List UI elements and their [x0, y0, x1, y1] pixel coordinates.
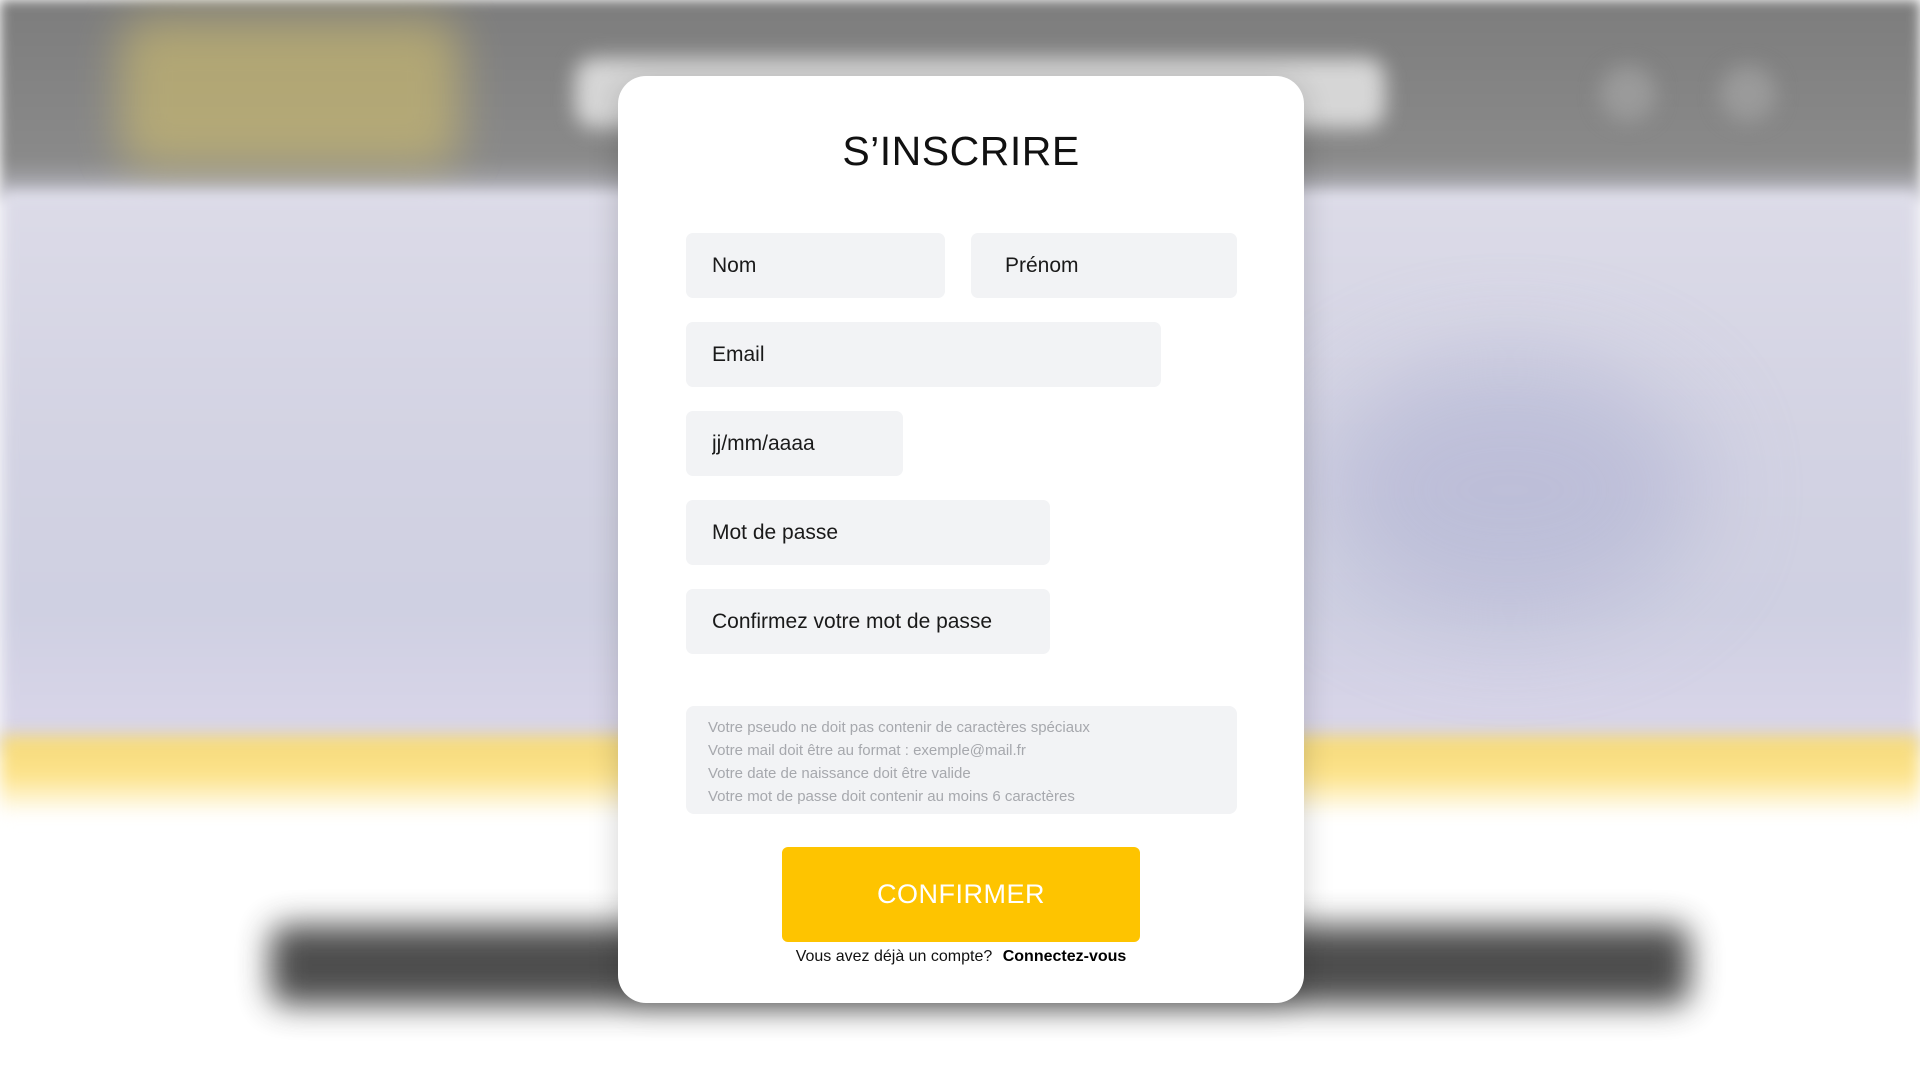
- login-prompt-line: Vous avez déjà un compte? Connectez-vous: [618, 948, 1304, 966]
- email-input[interactable]: [686, 322, 1161, 387]
- rule-password: Votre mot de passe doit contenir au moin…: [708, 788, 1075, 805]
- login-prompt-text: Vous avez déjà un compte?: [795, 948, 993, 965]
- confirm-button[interactable]: CONFIRMER: [782, 847, 1140, 942]
- password-input[interactable]: [686, 500, 1050, 565]
- validation-rules-box: Votre pseudo ne doit pas contenir de car…: [686, 706, 1237, 814]
- rule-birthdate: Votre date de naissance doit être valide: [708, 765, 971, 782]
- login-link[interactable]: Connectez-vous: [1003, 948, 1127, 965]
- prenom-input[interactable]: [971, 233, 1237, 298]
- signup-modal: S’INSCRIRE Votre pseudo ne doit pas cont…: [618, 76, 1304, 1003]
- background-hero-decoration: [1320, 360, 1700, 620]
- background-logo: [120, 18, 460, 168]
- background-search-icon: [1600, 66, 1656, 122]
- modal-title: S’INSCRIRE: [842, 128, 1080, 174]
- nom-input[interactable]: [686, 233, 945, 298]
- rule-email: Votre mail doit être au format : exemple…: [708, 742, 1026, 759]
- confirm-password-input[interactable]: [686, 589, 1050, 654]
- rule-pseudo: Votre pseudo ne doit pas contenir de car…: [708, 719, 1090, 736]
- background-user-icon: [1720, 66, 1776, 122]
- birthdate-input[interactable]: [686, 411, 903, 476]
